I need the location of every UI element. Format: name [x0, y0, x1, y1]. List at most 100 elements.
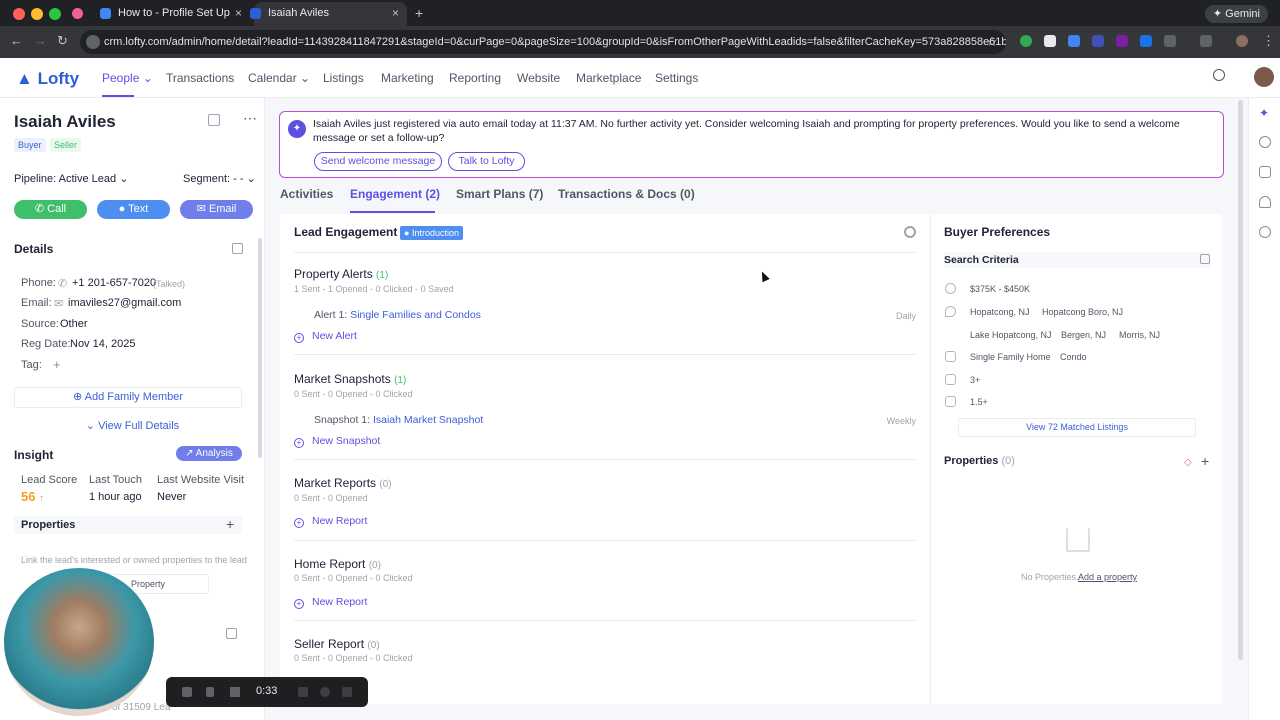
segment-dropdown[interactable]: Segment: - - ⌄ — [183, 172, 256, 185]
reload-icon[interactable]: ↻ — [57, 34, 68, 48]
new-market-report-button[interactable]: + New Report — [294, 515, 367, 528]
help-icon[interactable] — [1259, 226, 1271, 238]
close-tab-icon[interactable]: × — [392, 2, 399, 24]
add-buyer-property-icon[interactable]: + — [1201, 453, 1209, 469]
close-window-button[interactable] — [13, 8, 25, 20]
edit-details-icon[interactable] — [232, 243, 243, 254]
new-tab-icon[interactable]: + — [415, 5, 423, 21]
bookmark-star-icon[interactable]: ☆ — [986, 34, 998, 50]
gemini-button[interactable]: ✦ Gemini — [1204, 5, 1268, 23]
trash-icon[interactable] — [342, 687, 352, 697]
tab-engagement[interactable]: Engagement (2) — [350, 187, 440, 201]
view-matched-listings-button[interactable]: View 72 Matched Listings — [958, 418, 1196, 437]
nav-transactions[interactable]: Transactions — [166, 71, 234, 85]
edit-section-icon[interactable] — [226, 628, 237, 639]
add-property-icon[interactable]: + — [226, 516, 234, 532]
url-field[interactable]: crm.lofty.com/admin/home/detail?leadId=1… — [80, 30, 1006, 54]
nav-calendar[interactable]: Calendar ⌄ — [248, 71, 310, 85]
more-options-icon[interactable]: ⋯ — [243, 110, 257, 127]
phone-value[interactable]: +1 201-657-7020 — [72, 277, 156, 289]
add-tag-icon[interactable]: + — [53, 357, 61, 372]
pipeline-dropdown[interactable]: Pipeline: Active Lead ⌄ — [14, 172, 128, 185]
nav-reporting[interactable]: Reporting — [449, 71, 501, 85]
analysis-button[interactable]: ↗ Analysis — [176, 446, 242, 461]
forward-icon[interactable]: → — [34, 34, 47, 48]
new-home-report-button[interactable]: + New Report — [294, 596, 367, 609]
text-button[interactable]: ● Text — [97, 200, 170, 219]
market-reports-title: Market Reports (0) — [294, 476, 392, 490]
browser-chrome: How to - Profile Set Up × Isaiah Aviles … — [0, 0, 1280, 58]
search-icon[interactable] — [1213, 69, 1225, 81]
nav-people[interactable]: People ⌄ — [102, 71, 153, 85]
nav-listings[interactable]: Listings — [323, 71, 364, 85]
add-a-property-link[interactable]: Add a property — [1078, 572, 1137, 582]
add-family-member-button[interactable]: ⊕ Add Family Member — [14, 387, 242, 408]
extensions-puzzle-icon[interactable] — [1164, 35, 1176, 47]
tab-transactions-docs[interactable]: Transactions & Docs (0) — [558, 187, 695, 201]
details-title: Details — [14, 242, 54, 256]
nav-website[interactable]: Website — [517, 71, 560, 85]
restart-icon[interactable] — [320, 687, 330, 697]
reg-date-label: Reg Date: — [21, 338, 71, 350]
extension-indigo-icon[interactable] — [1092, 35, 1104, 47]
side-panel-icon[interactable] — [1200, 35, 1212, 47]
nav-settings[interactable]: Settings — [655, 71, 698, 85]
site-info-icon[interactable] — [86, 35, 100, 49]
recording-time: 0:33 — [256, 685, 278, 697]
snapshot-link[interactable]: Isaiah Market Snapshot — [373, 414, 483, 426]
pause-icon[interactable] — [206, 687, 214, 697]
ai-sparkle-icon[interactable]: ✦ — [1259, 106, 1271, 120]
browser-tab-recording[interactable] — [72, 2, 90, 26]
send-welcome-message-button[interactable]: Send welcome message — [314, 152, 442, 171]
phone-icon[interactable] — [1259, 136, 1271, 148]
stop-icon[interactable] — [182, 687, 192, 697]
maximize-window-button[interactable] — [49, 8, 61, 20]
rewind-icon[interactable] — [230, 687, 240, 697]
extension-purple-icon[interactable] — [1116, 35, 1128, 47]
empty-house-icon — [1066, 528, 1090, 552]
browser-tab-profile-setup[interactable]: How to - Profile Set Up × — [100, 2, 250, 26]
call-button[interactable]: ✆ Call — [14, 200, 87, 219]
properties-hint: Link the lead's interested or owned prop… — [21, 555, 247, 565]
calendar-icon[interactable] — [1259, 166, 1271, 178]
back-icon[interactable]: ← — [10, 34, 23, 48]
extension-blue-icon[interactable] — [1068, 35, 1080, 47]
tag-icon[interactable]: ◇ — [1184, 457, 1192, 468]
search-criteria-header: Search Criteria — [944, 252, 1210, 268]
lofty-logo[interactable]: ▲ Lofty — [16, 69, 79, 89]
left-scrollbar[interactable] — [258, 238, 262, 458]
last-touch-value: 1 hour ago — [89, 491, 142, 503]
minimize-window-button[interactable] — [31, 8, 43, 20]
nav-marketplace[interactable]: Marketplace — [576, 71, 641, 85]
grammarly-icon[interactable] — [1020, 35, 1032, 47]
browser-tab-isaiah[interactable]: Isaiah Aviles × — [250, 2, 407, 26]
extension-info-icon[interactable] — [1140, 35, 1152, 47]
user-avatar[interactable] — [1254, 67, 1274, 87]
share-icon[interactable] — [208, 114, 220, 126]
main-scrollbar[interactable] — [1238, 100, 1243, 660]
view-full-details-link[interactable]: ⌄ View Full Details — [0, 419, 265, 432]
extension-doc-icon[interactable] — [1044, 35, 1056, 47]
close-tab-icon[interactable]: × — [235, 2, 242, 24]
new-snapshot-button[interactable]: + New Snapshot — [294, 435, 380, 448]
profile-avatar-icon[interactable] — [1236, 35, 1248, 47]
tab-activities[interactable]: Activities — [280, 187, 333, 201]
plus-circle-icon: + — [294, 438, 304, 448]
nav-active-indicator — [102, 95, 134, 97]
email-value[interactable]: imaviles27@gmail.com — [68, 297, 181, 309]
browser-menu-icon[interactable]: ⋮ — [1262, 33, 1275, 49]
bell-icon[interactable] — [1259, 196, 1271, 208]
location-chip: Hopatcong, NJ — [970, 307, 1030, 317]
talk-to-lofty-button[interactable]: Talk to Lofty — [448, 152, 525, 171]
divider — [294, 354, 916, 355]
tab-smart-plans[interactable]: Smart Plans (7) — [456, 187, 543, 201]
grid-icon[interactable] — [298, 687, 308, 697]
source-value: Other — [60, 318, 88, 330]
email-button[interactable]: ✉ Email — [180, 200, 253, 219]
gear-icon[interactable] — [904, 226, 916, 238]
alert-link[interactable]: Single Families and Condos — [350, 309, 481, 321]
nav-marketing[interactable]: Marketing — [381, 71, 434, 85]
new-alert-button[interactable]: + New Alert — [294, 330, 357, 343]
edit-criteria-icon[interactable] — [1200, 254, 1210, 264]
mail-icon: ✉ — [54, 298, 64, 310]
